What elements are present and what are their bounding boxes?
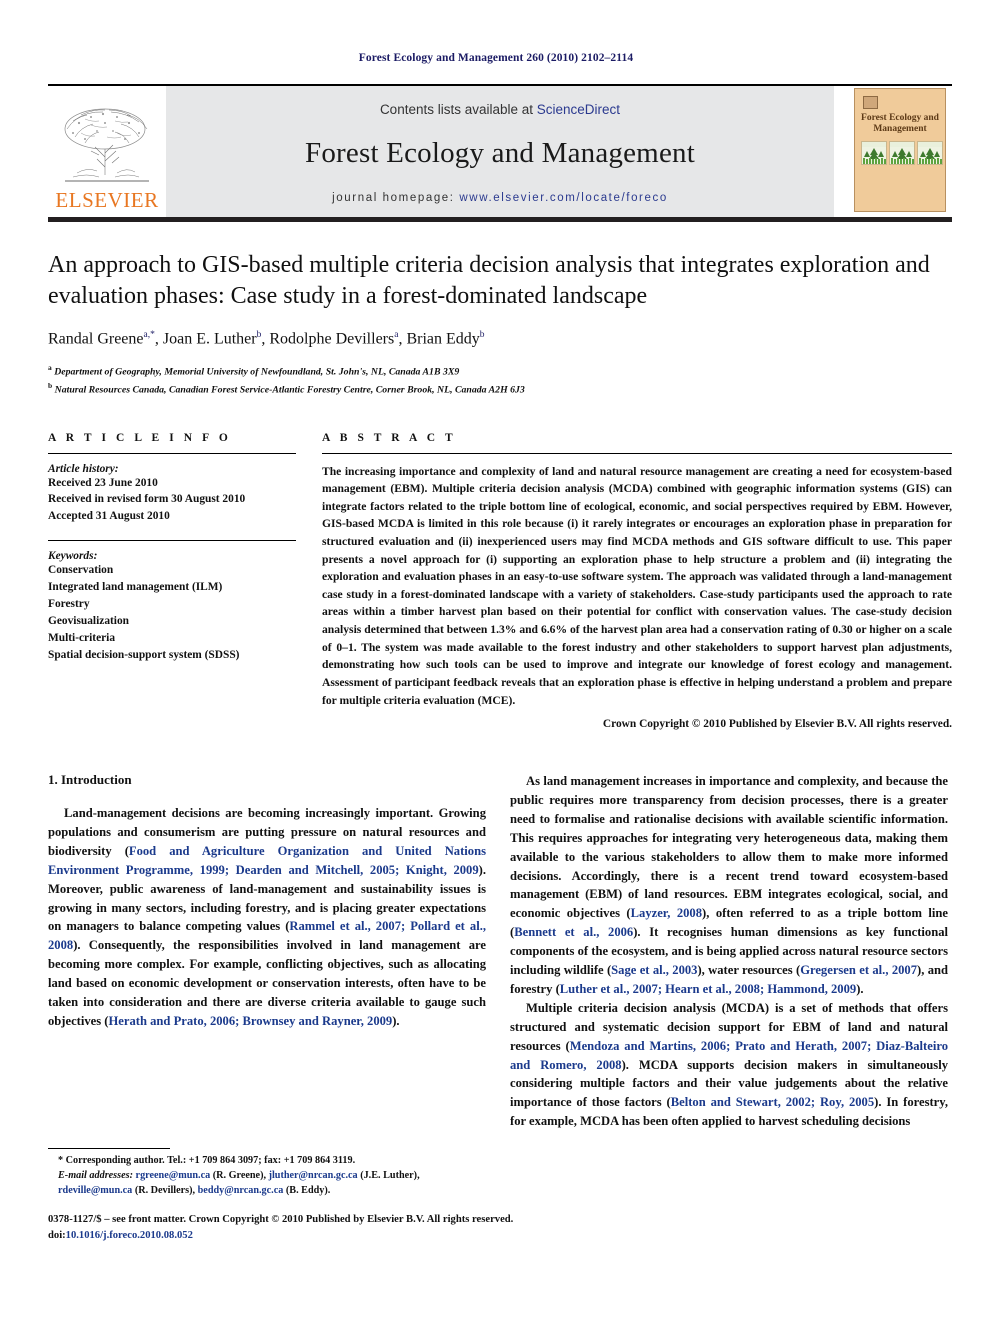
contents-prefix: Contents lists available at <box>379 101 537 117</box>
tree-photo-icon <box>862 147 886 164</box>
homepage-url-link[interactable]: www.elsevier.com/locate/foreco <box>459 192 667 204</box>
affiliation-a: a Department of Geography, Memorial Univ… <box>48 362 460 377</box>
history-item: Received 23 June 2010 <box>48 476 158 489</box>
doi-label: doi: <box>48 1229 66 1241</box>
cover-tree-photo <box>917 141 943 165</box>
tree-photo-icon <box>890 147 914 164</box>
cover-art: Forest Ecology and Management <box>854 88 946 212</box>
running-head: Forest Ecology and Management 260 (2010)… <box>358 52 634 64</box>
sciencedirect-link[interactable]: ScienceDirect <box>537 102 620 117</box>
footnote-area: * Corresponding author. Tel.: +1 709 864… <box>48 1148 486 1198</box>
article-page: Forest Ecology and Management 260 (2010)… <box>0 0 992 1323</box>
cover-tree-photo <box>861 141 887 165</box>
front-matter-line: 0378-1127/$ – see front matter. Crown Co… <box>48 1214 514 1225</box>
corresponding-author-note: * Corresponding author. Tel.: +1 709 864… <box>58 1155 356 1166</box>
paragraph: Land-management decisions are becoming i… <box>48 806 486 1028</box>
paragraph: Multiple criteria decision analysis (MCD… <box>510 1000 949 1129</box>
keyword-item: Spatial decision-support system (SDSS) <box>48 648 240 661</box>
elsevier-wordmark: ELSEVIER <box>55 188 159 212</box>
doi-line: doi:10.1016/j.foreco.2010.08.052 <box>48 1228 688 1244</box>
email-addresses-note: E-mail addresses: rgreene@mun.ca (R. Gre… <box>58 1169 420 1196</box>
title-block: An approach to GIS-based multiple criter… <box>48 250 944 398</box>
affiliation-list: a Department of Geography, Memorial Univ… <box>48 362 944 398</box>
affiliation-b: b Natural Resources Canada, Canadian For… <box>48 380 525 395</box>
section-heading-introduction: 1. Introduction <box>48 772 132 788</box>
journal-homepage-line: journal homepage: www.elsevier.com/locat… <box>332 192 668 204</box>
abstract-copyright: Crown Copyright © 2010 Published by Else… <box>602 718 952 731</box>
cover-title-text: Forest Ecology and Management <box>861 113 939 134</box>
elsevier-tree-icon <box>64 108 149 182</box>
homepage-label: journal homepage: <box>332 191 455 204</box>
journal-title: Forest Ecology and Management <box>305 136 695 169</box>
abstract-column: A B S T R A C T The increasing importanc… <box>322 431 952 731</box>
masthead-bottom-rule <box>48 217 952 222</box>
article-info-heading: A R T I C L E I N F O <box>48 431 232 444</box>
abstract-heading: A B S T R A C T <box>322 431 457 444</box>
history-item: Accepted 31 August 2010 <box>48 510 170 523</box>
cover-photo-strip <box>861 141 943 165</box>
keyword-item: Multi-criteria <box>48 631 116 644</box>
keyword-item: Forestry <box>48 597 90 610</box>
article-history-label: Article history: <box>48 462 119 475</box>
body-columns: 1. Introduction Land-management decision… <box>48 772 952 1131</box>
journal-masthead: ELSEVIER Contents lists available at Sci… <box>48 84 952 217</box>
footnote-rule <box>48 1148 170 1149</box>
doi-value[interactable]: 10.1016/j.foreco.2010.08.052 <box>66 1230 193 1241</box>
affiliation-a-text: Department of Geography, Memorial Univer… <box>54 365 460 377</box>
abstract-text: The increasing importance and complexity… <box>322 464 952 707</box>
article-info-rule <box>48 452 296 454</box>
body-right-column: As land management increases in importan… <box>510 772 948 1131</box>
keyword-item: Geovisualization <box>48 614 130 627</box>
keywords-label: Keywords: <box>48 550 98 563</box>
info-abstract-region: A R T I C L E I N F O Article history: R… <box>48 431 952 731</box>
keywords-rule <box>48 540 296 542</box>
article-info-column: A R T I C L E I N F O Article history: R… <box>48 432 296 731</box>
keyword-item: Conservation <box>48 564 114 577</box>
journal-cover-thumbnail: Forest Ecology and Management <box>848 86 952 217</box>
affiliation-b-text: Natural Resources Canada, Canadian Fores… <box>54 383 525 395</box>
elsevier-logo: ELSEVIER <box>48 86 166 217</box>
contents-available-line: Contents lists available at ScienceDirec… <box>380 102 620 117</box>
masthead-center-band: Contents lists available at ScienceDirec… <box>166 86 834 217</box>
author-list: Randal Greenea,*, Joan E. Lutherb, Rodol… <box>48 330 485 348</box>
keyword-item: Integrated land management (ILM) <box>48 581 223 594</box>
paragraph: As land management increases in importan… <box>510 774 949 996</box>
body-left-column: 1. Introduction Land-management decision… <box>48 772 486 1131</box>
cover-publisher-mark-icon <box>863 96 878 109</box>
article-title: An approach to GIS-based multiple criter… <box>48 252 930 310</box>
cover-tree-photo <box>889 141 915 165</box>
abstract-rule <box>322 452 952 454</box>
imprint-block: 0378-1127/$ – see front matter. Crown Co… <box>48 1212 688 1244</box>
history-item: Received in revised form 30 August 2010 <box>48 493 246 506</box>
tree-photo-icon <box>918 147 942 164</box>
